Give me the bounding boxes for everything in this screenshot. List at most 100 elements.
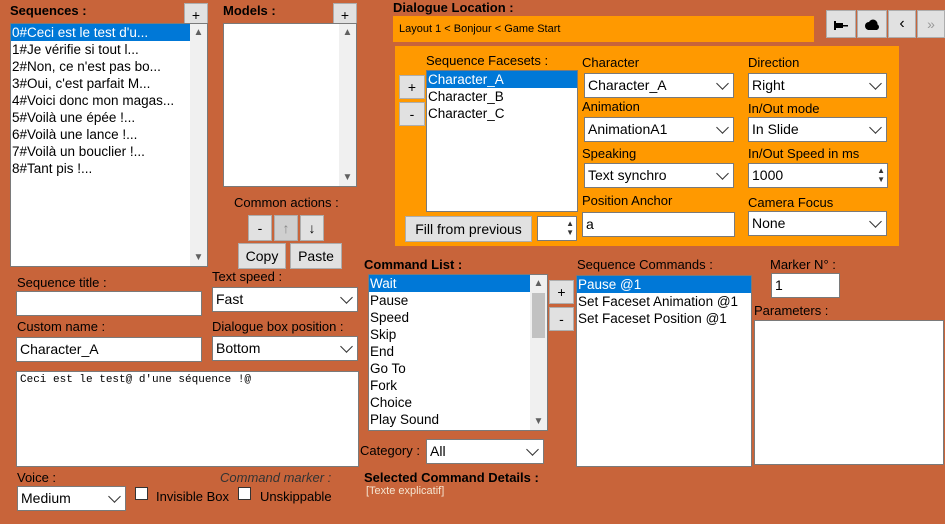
command-list-item[interactable]: Play Sound [369,411,547,428]
remove-sequence-button[interactable]: - [248,215,272,241]
fill-from-previous-button[interactable]: Fill from previous [405,216,532,242]
direction-value: Right [752,77,785,93]
scroll-up-icon[interactable]: ▲ [190,24,207,41]
back-button[interactable]: ‹ [888,10,916,38]
text-speed-select[interactable]: Fast [212,287,358,312]
command-list-item[interactable]: Pause [369,292,547,309]
faceset-list-item[interactable]: Character_B [427,88,577,105]
scroll-thumb[interactable] [532,293,545,338]
sequences-list[interactable]: 0#Ceci est le test d'u... 1#Je vérifie si… [10,23,208,267]
stepper-arrows-icon[interactable]: ▲ ▼ [566,219,574,237]
facesets-list[interactable]: Character_A Character_B Character_C [426,70,578,212]
sequence-list-item[interactable]: 5#Voilà une épée !... [11,109,207,126]
sequence-command-item[interactable]: Set Faceset Animation @1 [577,293,751,310]
unskippable-label: Unskippable [260,489,332,504]
add-model-button[interactable]: + [333,3,357,25]
camera-focus-value: None [752,215,786,231]
character-select[interactable]: Character_A [584,73,734,98]
custom-name-input[interactable]: Character_A [16,337,202,362]
animation-value: AnimationA1 [588,121,668,137]
direction-label: Direction [748,55,800,70]
command-list-item[interactable]: Skip [369,326,547,343]
character-label: Character [582,55,640,70]
text-speed-value: Fast [216,291,244,307]
position-anchor-label: Position Anchor [582,193,673,208]
paste-button[interactable]: Paste [290,243,342,269]
inout-speed-stepper[interactable]: 1000 ▲ ▼ [748,163,888,188]
faceset-list-item[interactable]: Character_C [427,105,577,122]
dialogue-box-position-select[interactable]: Bottom [212,336,358,361]
command-list-item[interactable]: End [369,343,547,360]
common-actions-label: Common actions : [234,195,339,210]
sequence-list-item[interactable]: 2#Non, ce n'est pas bo... [11,58,207,75]
inout-mode-select[interactable]: In Slide [748,117,887,142]
remove-faceset-button[interactable]: - [399,102,425,126]
sequence-command-item[interactable]: Pause @1 [577,276,751,293]
inout-speed-value: 1000 [752,167,784,183]
sequence-command-item[interactable]: Set Faceset Position @1 [577,310,751,327]
scroll-down-icon[interactable]: ▼ [339,169,356,186]
message-textarea[interactable]: Ceci est le test@ d'une séquence !@ [16,371,359,467]
inout-mode-value: In Slide [752,121,799,137]
chevron-down-icon [340,291,353,304]
scroll-down-icon[interactable]: ▼ [530,413,547,430]
cloud-button[interactable] [857,10,887,38]
sequence-list-item[interactable]: 7#Voilà un bouclier !... [11,143,207,160]
move-down-button[interactable]: ↓ [300,215,324,241]
command-list-item[interactable]: Choice [369,394,547,411]
animation-select[interactable]: AnimationA1 [584,117,734,142]
chevron-down-icon [716,121,729,134]
category-select[interactable]: All [426,439,544,464]
inout-speed-label: In/Out Speed in ms [748,146,860,161]
chevron-down-icon [869,121,882,134]
sequence-commands-list[interactable]: Pause @1 Set Faceset Animation @1 Set Face… [576,275,752,467]
add-faceset-button[interactable]: + [399,75,425,99]
sequence-list-item[interactable]: 3#Oui, c'est parfait M... [11,75,207,92]
voice-value: Medium [21,490,71,506]
add-command-button[interactable]: + [549,280,574,304]
sequences-scrollbar[interactable]: ▲ ▼ [190,24,207,266]
sequence-list-item[interactable]: 0#Ceci est le test d'u... [11,24,207,41]
chevron-down-icon [340,340,353,353]
add-sequence-button[interactable]: + [184,3,208,25]
pin-button[interactable] [826,10,856,38]
pin-icon [834,21,848,31]
models-scrollbar[interactable]: ▲ ▼ [339,24,356,186]
sequence-list-item[interactable]: 1#Je vérifie si tout l... [11,41,207,58]
stepper-arrows-icon[interactable]: ▲ ▼ [877,166,885,184]
speaking-select[interactable]: Text synchro [584,163,734,188]
remove-command-button[interactable]: - [549,307,574,331]
position-anchor-input[interactable]: a [582,212,735,237]
command-list-item[interactable]: Speed [369,309,547,326]
scroll-up-icon[interactable]: ▲ [339,24,356,41]
sequence-commands-label: Sequence Commands : [577,257,713,272]
back-icon: ‹ [899,15,905,32]
voice-select[interactable]: Medium [17,486,126,511]
direction-select[interactable]: Right [748,73,887,98]
move-up-button[interactable]: ↑ [274,215,298,241]
invisible-box-checkbox[interactable] [135,487,148,500]
command-list-item[interactable]: Fork [369,377,547,394]
sequence-title-input[interactable] [16,291,202,316]
sequence-list-item[interactable]: 4#Voici donc mon magas... [11,92,207,109]
dialogue-location-label: Dialogue Location : [393,0,514,15]
command-list-item[interactable]: Go To [369,360,547,377]
command-list-item[interactable]: Wait [369,275,547,292]
fill-stepper[interactable]: ▲ ▼ [537,216,577,241]
sequence-list-item[interactable]: 6#Voilà une lance !... [11,126,207,143]
camera-focus-select[interactable]: None [748,211,887,236]
scroll-down-icon[interactable]: ▼ [190,249,207,266]
marker-input[interactable]: 1 [771,273,840,298]
sequence-list-item[interactable]: 8#Tant pis !... [11,160,207,177]
category-label: Category : [360,443,420,458]
copy-button[interactable]: Copy [238,243,286,269]
parameters-panel[interactable] [754,320,944,465]
command-list[interactable]: Wait Pause Speed Skip End Go To Fork Choice Play… [368,274,548,431]
scroll-up-icon[interactable]: ▲ [530,275,547,292]
dialogue-location-path: Layout 1 < Bonjour < Game Start [393,16,814,42]
forward-button[interactable]: » [917,10,945,38]
unskippable-checkbox[interactable] [238,487,251,500]
models-list[interactable]: ▲ ▼ [223,23,357,187]
faceset-list-item[interactable]: Character_A [427,71,577,88]
command-list-scrollbar[interactable]: ▲ ▼ [530,275,547,430]
